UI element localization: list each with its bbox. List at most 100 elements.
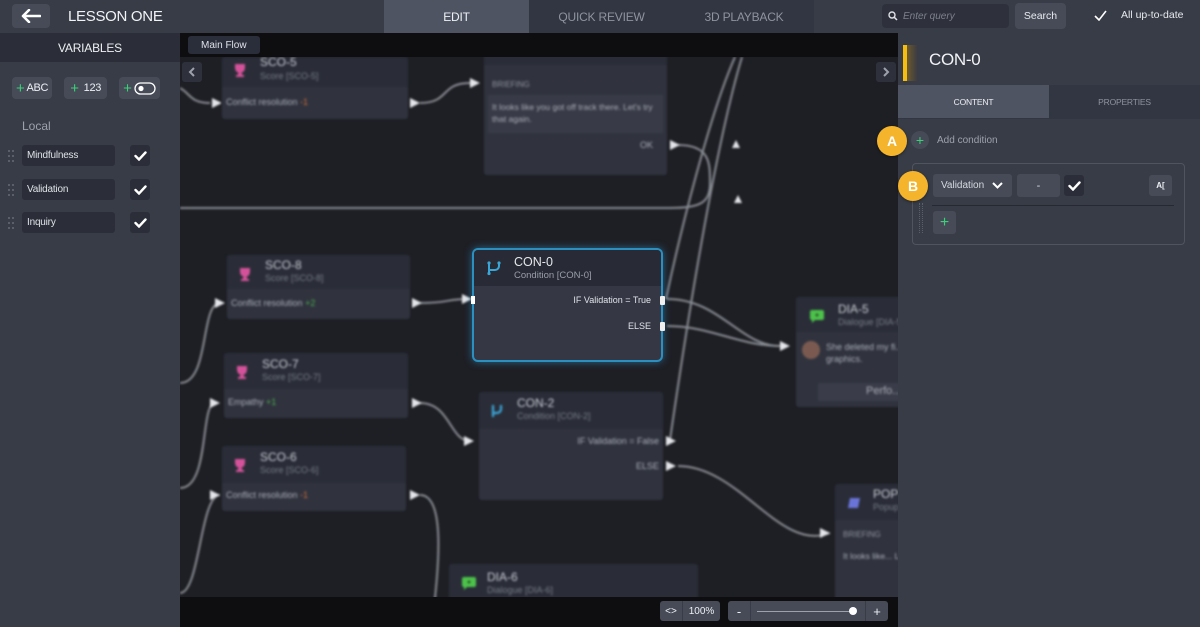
node-subtitle: Dialogue [DIA-6] — [487, 585, 554, 595]
wire — [669, 56, 743, 441]
node-title: SCO-7 — [262, 357, 299, 371]
node-subtitle: Condition [CON-0] — [514, 270, 592, 281]
wire-arrow — [820, 528, 830, 538]
add-number-label: 123 — [83, 82, 102, 94]
drag-handle-icon[interactable] — [8, 216, 14, 230]
selected-condition-node[interactable]: CON-0 Condition [CON-0] IF Validation = … — [471, 250, 665, 360]
wire-arrow — [470, 78, 480, 88]
condition-value-checkbox[interactable] — [1064, 175, 1084, 196]
add-text-label: ABC — [26, 82, 49, 94]
node-title: SCO-5 — [260, 57, 297, 69]
tab-3d-playback[interactable]: 3D PLAYBACK — [674, 0, 814, 33]
scroll-left-button[interactable] — [182, 62, 202, 82]
node-subtitle: Score [SCO-7] — [262, 372, 321, 382]
drag-handle-icon[interactable] — [8, 149, 14, 163]
score-node[interactable]: SCO-5 Score [SCO-5] Conflict resolution … — [222, 57, 408, 119]
variable-name-input[interactable] — [22, 179, 115, 200]
popup-node[interactable]: POP Popup BRIEFING It looks like... Let'… — [835, 484, 898, 604]
dialogue-node[interactable]: DIA-5 Dialogue [DIA-5] She deleted my fi… — [796, 297, 898, 407]
scroll-right-button[interactable] — [876, 62, 896, 82]
variables-title: VARIABLES — [0, 33, 180, 62]
dialogue-text: She deleted my fi... graphics. — [826, 342, 898, 364]
add-number-variable-button[interactable]: +123 — [64, 77, 108, 99]
search-icon — [888, 11, 898, 21]
variable-checkbox[interactable] — [130, 179, 150, 200]
variable-checkbox[interactable] — [130, 145, 150, 166]
status-text: All up-to-date — [1121, 9, 1184, 21]
zoom-in-button[interactable]: + — [866, 601, 888, 621]
wire-arrow — [464, 436, 474, 446]
plus-icon: + — [123, 79, 132, 97]
zoom-slider[interactable] — [750, 601, 866, 621]
top-bar: LESSON ONE EDIT QUICK REVIEW 3D PLAYBACK… — [0, 0, 1200, 33]
back-button[interactable] — [12, 4, 50, 28]
character-avatar — [802, 341, 820, 359]
text-mode-button[interactable]: A[ — [1149, 175, 1172, 196]
wire-arrow — [780, 341, 790, 351]
popup-body: It looks like... Let's try that... — [843, 551, 898, 561]
search-input[interactable] — [903, 10, 999, 22]
score-row: Conflict resolution +2 — [231, 298, 316, 308]
add-sub-condition-button[interactable]: + — [933, 211, 956, 234]
output-port[interactable] — [660, 322, 665, 331]
variables-panel: VARIABLES + ABC +123 + Local — [0, 33, 180, 627]
tab-edit[interactable]: EDIT — [384, 0, 529, 33]
score-node[interactable]: SCO-8 Score [SCO-8] Conflict resolution … — [227, 255, 410, 319]
tab-quick-review[interactable]: QUICK REVIEW — [529, 0, 674, 33]
wire-arrow — [412, 398, 422, 408]
wire-arrow — [732, 140, 740, 148]
condition-node[interactable]: CON-2 Condition [CON-2] IF Validation = … — [479, 392, 663, 500]
drag-handle-icon[interactable] — [8, 183, 14, 197]
score-node[interactable]: SCO-6 Score [SCO-6] Conflict resolution … — [222, 446, 406, 511]
score-row: Conflict resolution -1 — [226, 97, 309, 107]
score-row: Conflict resolution -1 — [226, 490, 309, 500]
check-icon — [133, 150, 147, 161]
zoom-slider-thumb[interactable] — [849, 607, 857, 615]
chevron-right-icon — [883, 67, 890, 77]
node-header: CON-0 Condition [CON-0] — [474, 250, 661, 286]
toggle-icon — [133, 81, 156, 95]
fit-view-button[interactable]: <> — [660, 601, 682, 621]
input-port[interactable] — [471, 296, 475, 304]
flow-canvas[interactable]: Main Flow SCO-5 Score [SCO-5] Conflict r… — [180, 33, 898, 627]
add-text-variable-button[interactable]: + ABC — [12, 77, 53, 99]
popup-node[interactable]: BRIEFING It looks like you got off track… — [484, 43, 667, 175]
add-boolean-variable-button[interactable]: + — [119, 77, 160, 99]
output-port[interactable] — [660, 296, 665, 305]
speech-bubble-icon — [462, 577, 476, 590]
drag-handle-icon[interactable] — [919, 203, 923, 233]
check-icon — [133, 217, 147, 228]
node-title: POP — [873, 487, 898, 501]
tab-properties[interactable]: PROPERTIES — [1049, 85, 1200, 118]
plus-icon: + — [16, 79, 25, 97]
mode-tabs: EDIT QUICK REVIEW 3D PLAYBACK — [384, 0, 814, 33]
output-label: OK — [639, 140, 653, 150]
breadcrumb[interactable]: Main Flow — [188, 36, 260, 54]
score-node[interactable]: SCO-7 Score [SCO-7] Empathy +1 — [224, 353, 408, 418]
node-title: SCO-6 — [260, 450, 297, 464]
zoom-controls: <> 100% - + — [660, 601, 888, 623]
search-button[interactable]: Search — [1015, 3, 1066, 29]
output-label-else: ELSE — [627, 321, 651, 331]
inspector-tabs: CONTENT PROPERTIES — [898, 85, 1200, 119]
tab-content[interactable]: CONTENT — [898, 85, 1049, 118]
trophy-icon — [240, 268, 250, 281]
condition-variable-select[interactable]: Validation — [933, 174, 1012, 197]
wire-arrow — [410, 490, 420, 500]
variable-name-input[interactable] — [22, 212, 115, 233]
add-condition-button[interactable]: + Add condition — [911, 131, 998, 149]
node-subtitle: Score [SCO-8] — [265, 273, 324, 283]
condition-operator-select[interactable]: - — [1017, 174, 1060, 197]
trophy-icon — [235, 459, 245, 472]
wire — [180, 402, 216, 489]
node-subtitle: Dialogue [DIA-5] — [838, 317, 898, 327]
wire — [419, 402, 471, 442]
zoom-out-button[interactable]: - — [728, 601, 750, 621]
variable-name-input[interactable] — [22, 145, 115, 166]
trophy-icon — [237, 366, 247, 379]
dialogue-option-button[interactable]: Perfo... — [818, 383, 898, 401]
variable-checkbox[interactable] — [130, 212, 150, 233]
wire — [666, 298, 781, 347]
output-label: IF Validation = False — [577, 436, 659, 446]
popup-icon — [848, 498, 860, 508]
